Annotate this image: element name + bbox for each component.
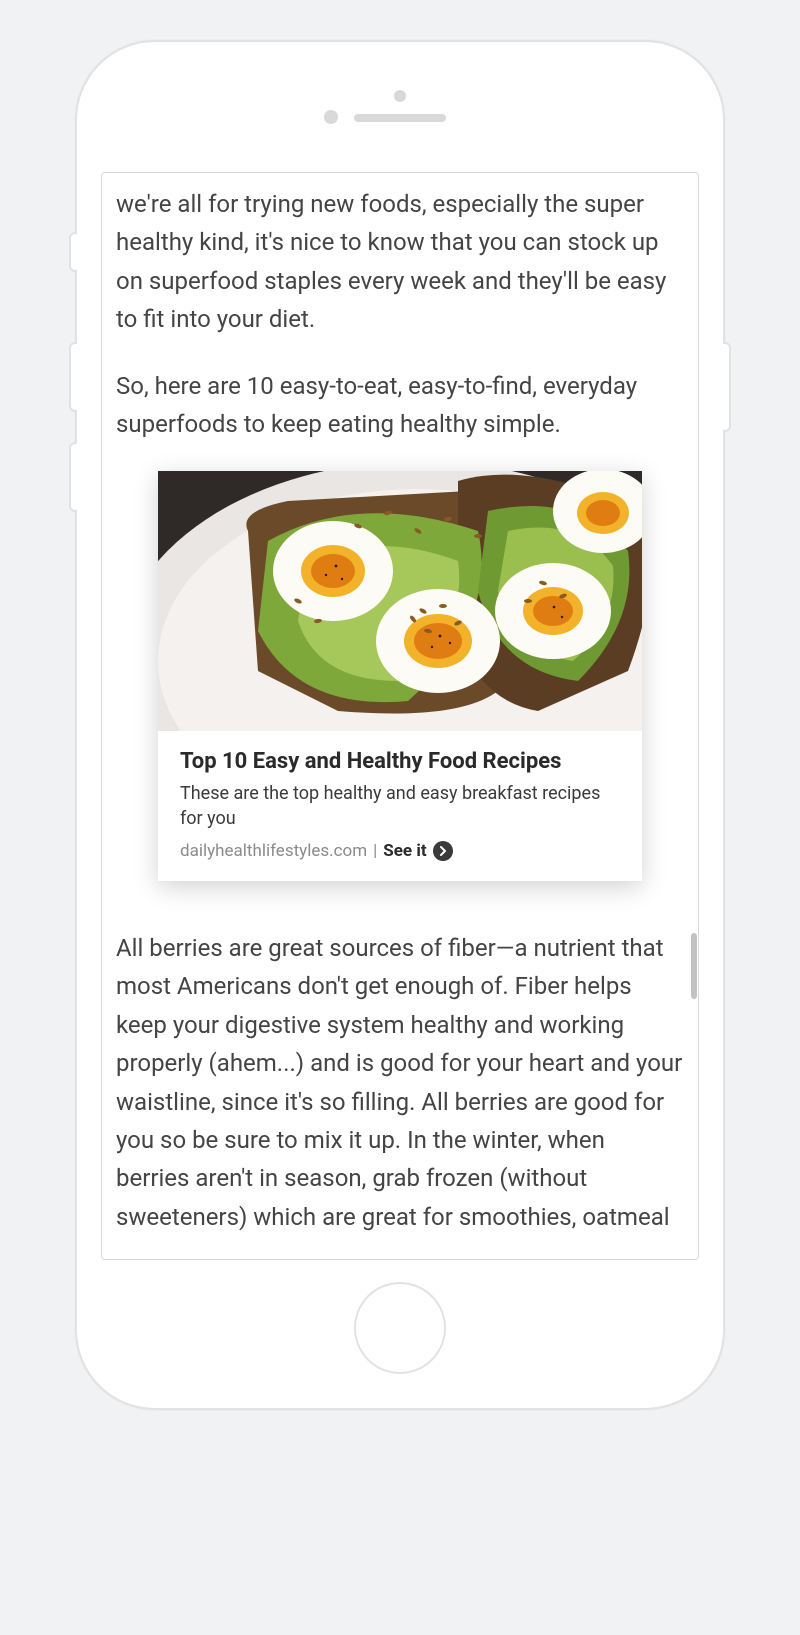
ad-separator: | [373, 841, 377, 861]
mute-switch[interactable] [69, 232, 77, 272]
article-paragraph: All berries are great sources of fiber—a… [116, 929, 684, 1236]
article-paragraph: So, here are 10 easy-to-eat, easy-to-fin… [116, 367, 684, 444]
ad-footer: dailyhealthlifestyles.com | See it [180, 841, 620, 861]
camera-dot-icon [324, 110, 338, 124]
home-button[interactable] [354, 1282, 446, 1374]
ad-body: Top 10 Easy and Healthy Food Recipes The… [158, 731, 642, 881]
power-button[interactable] [723, 342, 731, 432]
sensor-dot-icon [394, 90, 406, 102]
volume-down-button[interactable] [69, 442, 77, 512]
scroll-thumb[interactable] [691, 933, 697, 999]
volume-up-button[interactable] [69, 342, 77, 412]
ad-image[interactable] [158, 471, 642, 731]
article-scroll-area[interactable]: we're all for trying new foods, especial… [102, 173, 698, 1259]
ad-card[interactable]: Top 10 Easy and Healthy Food Recipes The… [158, 471, 642, 881]
ad-title: Top 10 Easy and Healthy Food Recipes [180, 749, 620, 774]
ad-domain: dailyhealthlifestyles.com [180, 841, 367, 861]
phone-frame: we're all for trying new foods, especial… [75, 40, 725, 1410]
article-paragraph: we're all for trying new foods, especial… [116, 185, 684, 339]
phone-screen: we're all for trying new foods, especial… [101, 172, 699, 1260]
ad-description: These are the top healthy and easy break… [180, 782, 620, 831]
ad-cta-text[interactable]: See it [383, 841, 426, 861]
chevron-right-icon[interactable] [433, 841, 453, 861]
earpiece-icon [354, 114, 446, 122]
